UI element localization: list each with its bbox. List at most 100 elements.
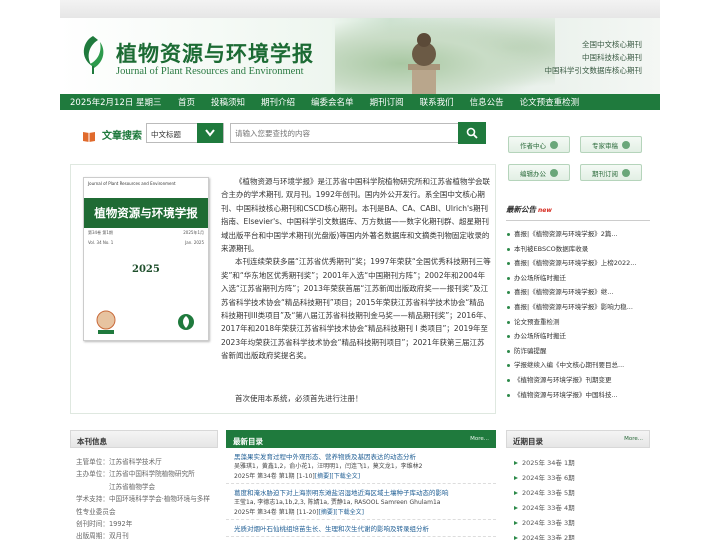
issue-link[interactable]: 2024年 33卷 5期: [512, 486, 644, 501]
article-authors: 王莹1a, 李德志1a,1b,2,3, 陈婧1a, 贾静1a, RASOOL S…: [234, 499, 441, 506]
issue-link[interactable]: 2024年 33卷 2期: [512, 531, 644, 540]
issue-link[interactable]: 2025年 34卷 1期: [512, 456, 644, 471]
notice-item[interactable]: 防诈骗提醒: [506, 344, 650, 359]
notice-title: 最新公告 new: [506, 204, 650, 221]
article-title[interactable]: 黑藻果实发育过程中外观形态、营养物质及基因表达的动态分析: [234, 452, 488, 462]
latest-toc-title: 最新目录: [233, 437, 263, 446]
notice-item[interactable]: 《植物资源与环境学报》中国科技...: [506, 388, 650, 403]
journal-logo-icon: [83, 36, 104, 74]
nav-item-plagiarism-check[interactable]: 论文预查重检测: [520, 96, 580, 108]
article-meta: 2025年 第34卷 第1期 [1-10][摘要][下载全文]: [234, 472, 488, 482]
notice-item[interactable]: 办公场所临时搬迁: [506, 271, 650, 286]
recent-issues-box: 近期目录 More... 2025年 34卷 1期 2024年 33卷 6期 2…: [506, 430, 650, 540]
journal-info-box: 本刊信息 主管单位：江苏省科学技术厅 主办单位：江苏省中国科学院植物研究所 江苏…: [70, 430, 218, 540]
nav-item-subscribe[interactable]: 期刊订阅: [370, 96, 404, 108]
journal-cover[interactable]: Journal of Plant Resources and Environme…: [83, 177, 209, 341]
button-label: 作者中心: [520, 141, 546, 150]
article-links[interactable]: [摘要][下载全文]: [319, 509, 364, 516]
nav-item-guidelines[interactable]: 投稿须知: [211, 96, 245, 108]
notice-list: 喜报|《植物资源与环境学报》2篇... 本刊被EBSCO数据库收录 喜报|《植物…: [506, 227, 650, 402]
nav-item-editorial-board[interactable]: 编委会名单: [311, 96, 354, 108]
site-subtitle: Journal of Plant Resources and Environme…: [116, 66, 304, 77]
nav-item-contact[interactable]: 联系我们: [420, 96, 454, 108]
cover-date: Jan. 2025: [185, 240, 204, 245]
info-line: 创刊时间：1992年: [76, 520, 133, 529]
notice-item[interactable]: 喜报|《植物资源与环境学报》上榜2022...: [506, 256, 650, 271]
subscribe-icon: [622, 168, 630, 177]
page: 植物资源与环境学报 Journal of Plant Resources and…: [60, 0, 660, 540]
article-title[interactable]: 葛度和淹水胁迫下对上海崇明东滩盐沼湿地近海区域土壤种子库动态的影响: [234, 488, 488, 498]
notice-item[interactable]: 喜报|《植物资源与环境学报》2篇...: [506, 227, 650, 242]
article-entry: 黑藻果实发育过程中外观形态、营养物质及基因表达的动态分析 吴雅琪1，黄鑫1,2，…: [226, 448, 496, 484]
recent-issues-header: 近期目录 More...: [506, 430, 650, 448]
editor-icon: [550, 168, 558, 177]
issue-link[interactable]: 2024年 33卷 6期: [512, 471, 644, 486]
cover-header: Journal of Plant Resources and Environme…: [84, 178, 208, 198]
subscribe-button[interactable]: 期刊订阅: [580, 164, 642, 181]
journal-info-title: 本刊信息: [70, 430, 218, 448]
cover-vol-cn: 第34卷 第1期: [88, 230, 113, 235]
notice-item[interactable]: 学报继续入编《中文核心期刊要目总...: [506, 358, 650, 373]
article-issue: 2025年 第34卷 第1期 [11-20]: [234, 508, 319, 516]
article-issue: 2025年 第34卷 第1期 [1-10]: [234, 472, 315, 480]
notice-panel: 最新公告 new 喜报|《植物资源与环境学报》2篇... 本刊被EBSCO数据库收…: [506, 204, 650, 402]
author-center-button[interactable]: 作者中心: [508, 136, 570, 153]
top-strip: [60, 0, 660, 18]
info-line: 主管单位：江苏省科学技术厅: [76, 458, 162, 466]
header-banner: 植物资源与环境学报 Journal of Plant Resources and…: [60, 18, 660, 94]
register-prompt: 首次使用本系统，必须首先进行注册！: [235, 394, 363, 403]
issue-link[interactable]: 2024年 33卷 4期: [512, 501, 644, 516]
new-badge: new: [538, 207, 552, 214]
article-title[interactable]: 光质对烟叶石仙桃组培苗生长、生理和次生代谢的影响及转录组分析: [234, 524, 488, 534]
recent-issues-title: 近期目录: [513, 437, 543, 446]
info-line: 学术支持：中国环境科学学会·植物环境与多样性专业委员会: [76, 495, 210, 516]
cover-meta-en: Vol. 34 No. 1 Jan. 2025: [84, 238, 208, 247]
cover-year: 2025: [132, 264, 160, 275]
button-label: 期刊订阅: [592, 169, 618, 178]
search-button[interactable]: [458, 122, 486, 144]
search-icon: [466, 127, 478, 139]
chevron-down-icon[interactable]: [197, 123, 223, 143]
current-date: 2025年2月12日 星期三: [70, 98, 162, 108]
badge-line: 中国科学引文数据库核心期刊: [544, 66, 643, 75]
editor-office-button[interactable]: 编辑办公: [508, 164, 570, 181]
intro-paragraph: 《植物资源与环境学报》是江苏省中国科学院植物研究所和江苏省植物学会联合主办的学术…: [221, 177, 490, 254]
main-nav: 2025年2月12日 星期三 首页 投稿须知 期刊介绍 编委会名单 期刊订阅 联…: [60, 94, 660, 110]
nav-item-about[interactable]: 期刊介绍: [261, 96, 295, 108]
cover-journal-en: Journal of Plant Resources and Environme…: [88, 181, 176, 186]
notice-item[interactable]: 本刊被EBSCO数据库收录: [506, 242, 650, 257]
cover-date-cn: 2025年1月: [183, 230, 204, 235]
intro-paragraph: 本刊连续荣获多届“江苏省优秀期刊”奖；1997年荣获“全国优秀科技期刊三等奖”和…: [221, 257, 491, 361]
reviewer-icon: [622, 140, 630, 149]
notice-item[interactable]: 喜报|《植物资源与环境学报》继...: [506, 285, 650, 300]
info-line: 出版周期：双月刊: [76, 532, 129, 540]
notice-item[interactable]: 论文预查重检测: [506, 315, 650, 330]
notice-item[interactable]: 办公场所临时搬迁: [506, 329, 650, 344]
latest-toc-header: 最新目录 More...: [226, 430, 496, 448]
journal-intro: Journal of Plant Resources and Environme…: [70, 164, 496, 414]
latest-toc-box: 最新目录 More... 黑藻果实发育过程中外观形态、营养物质及基因表达的动态分…: [226, 430, 496, 537]
statue-icon: [408, 33, 440, 94]
recent-more-link[interactable]: More...: [624, 436, 643, 442]
notice-item[interactable]: 《植物资源与环境学报》刊期变更: [506, 373, 650, 388]
cover-title: 植物资源与环境学报: [84, 198, 208, 228]
info-line: 江苏省植物学会: [76, 482, 156, 491]
search-input[interactable]: [230, 123, 460, 143]
article-links[interactable]: [摘要][下载全文]: [315, 473, 360, 480]
article-authors: 吴雅琪1，黄鑫1,2，俞小花1，汪明明1，闫连飞1，莫文龙1，李维林2: [234, 463, 423, 470]
article-meta: 2025年 第34卷 第1期 [11-20][摘要][下载全文]: [234, 508, 488, 518]
badge-line: 全国中文核心期刊: [582, 40, 642, 49]
article-entry: 葛度和淹水胁迫下对上海崇明东滩盐沼湿地近海区域土壤种子库动态的影响 王莹1a, …: [226, 484, 496, 520]
notice-item[interactable]: 喜报|《植物资源与环境学报》影响力稳...: [506, 300, 650, 315]
book-icon: [82, 127, 96, 146]
expert-review-button[interactable]: 专家审稿: [580, 136, 642, 153]
nav-item-home[interactable]: 首页: [178, 96, 195, 108]
nav-item-notices[interactable]: 信息公告: [470, 96, 504, 108]
cover-vol: Vol. 34 No. 1: [88, 240, 114, 245]
issue-link[interactable]: 2024年 33卷 3期: [512, 516, 644, 531]
info-line: 主办单位：江苏省中国科学院植物研究所: [76, 470, 195, 479]
notice-title-text: 最新公告: [506, 205, 536, 214]
article-entry: 光质对烟叶石仙桃组培苗生长、生理和次生代谢的影响及转录组分析: [226, 520, 496, 537]
latest-more-link[interactable]: More...: [470, 436, 489, 442]
badge-line: 中国科技核心期刊: [582, 53, 642, 62]
